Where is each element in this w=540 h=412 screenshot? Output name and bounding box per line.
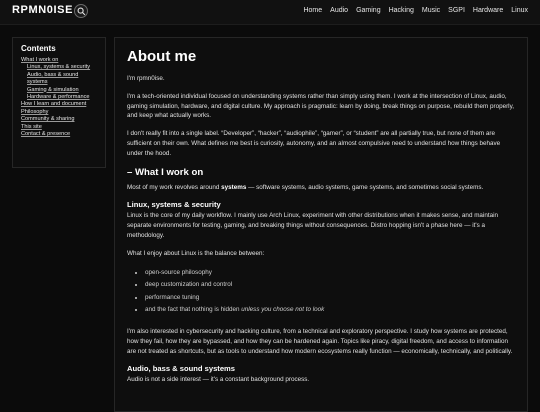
subheading-linux: Linux, systems & security bbox=[127, 200, 221, 210]
toc-item-what-i-work-on[interactable]: What I work on bbox=[21, 57, 105, 64]
work-intro-b: — software systems, audio systems, game … bbox=[246, 183, 484, 191]
list-item: performance tuning bbox=[145, 292, 515, 305]
toc-title: Contents bbox=[21, 44, 56, 53]
balance-intro: What I enjoy about Linux is the balance … bbox=[127, 249, 265, 257]
page-title: About me bbox=[127, 48, 197, 65]
nav-home[interactable]: Home bbox=[303, 7, 322, 14]
nav-hacking[interactable]: Hacking bbox=[389, 7, 414, 14]
toc-item-gaming[interactable]: Gaming & simulation bbox=[21, 87, 105, 94]
linux-paragraph: Linux is the core of my daily workflow. … bbox=[127, 212, 498, 239]
toc-item-linux[interactable]: Linux, systems & security bbox=[21, 64, 105, 71]
toc-item-community[interactable]: Community & sharing bbox=[21, 116, 105, 123]
list-item-emphasis: unless you choose not to look bbox=[241, 306, 325, 314]
toc-item-hardware[interactable]: Hardware & performance bbox=[21, 94, 105, 101]
toc-item-this-site[interactable]: This site bbox=[21, 124, 105, 131]
nav-audio[interactable]: Audio bbox=[330, 7, 348, 14]
paragraph-1: I'm a tech-oriented individual focused o… bbox=[127, 92, 515, 120]
list-item: deep customization and control bbox=[145, 279, 515, 292]
nav-linux[interactable]: Linux bbox=[511, 7, 528, 14]
toc-item-audio[interactable]: Audio, bass & sound bbox=[21, 72, 105, 79]
work-intro-strong: systems bbox=[221, 183, 247, 191]
toc-list: What I work on Linux, systems & security… bbox=[21, 57, 105, 138]
table-of-contents: Contents What I work on Linux, systems &… bbox=[12, 37, 106, 168]
work-intro: Most of my work revolves around systems … bbox=[127, 183, 515, 193]
subheading-audio: Audio, bass & sound systems bbox=[127, 364, 236, 374]
nav-music[interactable]: Music bbox=[422, 7, 440, 14]
toc-item-philosophy[interactable]: Philosophy bbox=[21, 109, 105, 116]
work-intro-a: Most of my work revolves around bbox=[127, 183, 222, 191]
top-bar: RPMN0ISE Home Audio Gaming Hacking Music… bbox=[0, 0, 540, 25]
intro-text: I'm rpmn0ise. bbox=[127, 75, 165, 82]
site-logo[interactable]: RPMN0ISE bbox=[12, 4, 73, 16]
search-icon[interactable] bbox=[74, 4, 88, 18]
list-item: open-source philosophy bbox=[145, 267, 515, 280]
list-item: and the fact that nothing is hidden unle… bbox=[145, 304, 515, 317]
nav-hardware[interactable]: Hardware bbox=[473, 7, 503, 14]
article: About me I'm rpmn0ise. I'm a tech-orient… bbox=[114, 37, 528, 412]
balance-list: open-source philosophy deep customizatio… bbox=[127, 267, 515, 317]
list-item-text: and the fact that nothing is hidden bbox=[145, 306, 242, 314]
paragraph-2: I don't really fit into a single label. … bbox=[127, 130, 501, 157]
nav-sgpi[interactable]: SGPI bbox=[448, 7, 465, 14]
audio-paragraph: Audio is not a side interest — it's a co… bbox=[127, 376, 310, 384]
toc-item-learn[interactable]: How I learn and document bbox=[21, 101, 105, 108]
nav-gaming[interactable]: Gaming bbox=[356, 7, 381, 14]
toc-item-contact[interactable]: Contact & presence bbox=[21, 131, 105, 138]
magnifier-glyph bbox=[77, 7, 86, 16]
security-paragraph: I'm also interested in cybersecurity and… bbox=[127, 327, 513, 355]
section-heading-work: – What I work on bbox=[127, 166, 204, 178]
toc-item-audio-cont[interactable]: systems bbox=[21, 79, 105, 86]
main-nav: Home Audio Gaming Hacking Music SGPI Har… bbox=[303, 7, 528, 14]
